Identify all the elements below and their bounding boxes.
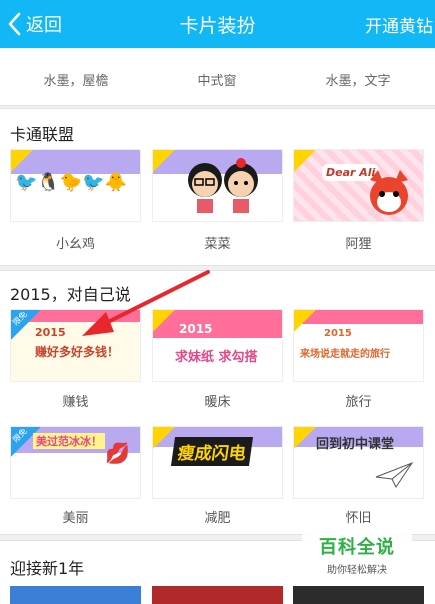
diamond-corner-icon bbox=[153, 150, 175, 172]
diamond-corner-icon bbox=[153, 427, 175, 449]
card-label: 旅行 bbox=[345, 395, 372, 410]
theme-card-caicai[interactable] bbox=[152, 149, 283, 222]
theme-card-travel[interactable]: 2015 来场说走就走的旅行 bbox=[293, 309, 424, 382]
diamond-corner-icon bbox=[294, 150, 316, 172]
section-title: 迎接新1年 bbox=[10, 559, 85, 578]
card-art: 瘦成闪电 bbox=[170, 437, 254, 466]
card-art-year: 2015 bbox=[35, 326, 66, 339]
card-art: 美过范冰冰！ bbox=[33, 433, 105, 449]
card-label: 暖床 bbox=[204, 395, 231, 410]
card-label: 减肥 bbox=[204, 511, 231, 526]
theme-card-ali[interactable]: Dear Ali bbox=[293, 149, 424, 222]
theme-card-partial[interactable] bbox=[10, 586, 141, 604]
card-label[interactable]: 水墨，文字 bbox=[293, 70, 423, 89]
card-label: 美丽 bbox=[62, 511, 89, 526]
card-label[interactable]: 中式窗 bbox=[152, 70, 282, 89]
watermark-sub: 助你轻松解决 bbox=[327, 565, 387, 576]
section-title: 卡通联盟 bbox=[10, 125, 75, 144]
watermark-logo: 百科全说 助你轻松解决 bbox=[302, 527, 412, 579]
theme-card-partial[interactable] bbox=[152, 586, 283, 604]
diamond-corner-icon bbox=[11, 150, 33, 172]
card-art-year: 2015 bbox=[324, 328, 352, 339]
card-label: 菜菜 bbox=[204, 237, 231, 252]
card-art: 来场说走就走的旅行 bbox=[300, 349, 390, 360]
card-art: 🐦🐧🐤🐦🐥 bbox=[15, 172, 128, 193]
diamond-corner-icon bbox=[294, 427, 316, 449]
diamond-corner-icon bbox=[294, 310, 316, 332]
lips-icon: 💋 bbox=[105, 441, 130, 465]
card-art: 赚好多好多钱！ bbox=[35, 345, 120, 359]
card-art-year: 2015 bbox=[179, 322, 213, 336]
theme-card-partial[interactable] bbox=[293, 586, 424, 604]
card-art: 求妹纸 求勾搭 bbox=[175, 350, 258, 365]
card-label: 赚钱 bbox=[62, 395, 89, 410]
card-label: 阿狸 bbox=[345, 237, 372, 252]
previous-section-labels: 水墨，屋檐 中式窗 水墨，文字 bbox=[0, 48, 435, 106]
theme-card-nostalgia[interactable]: 回到初中课堂 bbox=[293, 426, 424, 499]
theme-card-earn-money[interactable]: 限免 2015 赚好多好多钱！ bbox=[10, 309, 141, 382]
open-yellow-diamond-button[interactable]: 开通黄钻 bbox=[365, 12, 433, 37]
section-title: 2015，对自己说 bbox=[10, 285, 131, 304]
app-header: 返回 卡片装扮 开通黄钻 bbox=[0, 0, 435, 48]
theme-card-warm-bed[interactable]: 2015 求妹纸 求勾搭 bbox=[152, 309, 283, 382]
cartoon-kids-image bbox=[188, 158, 258, 213]
theme-card-xiaoyaoji[interactable]: 🐦🐧🐤🐦🐥 bbox=[10, 149, 141, 222]
card-label: 小幺鸡 bbox=[55, 237, 95, 252]
watermark-main: 百科全说 bbox=[319, 537, 395, 558]
section-2015-self-talk: 2015，对自己说 限免 2015 赚好多好多钱！ 赚钱 2015 求妹纸 求勾… bbox=[0, 270, 435, 535]
card-label[interactable]: 水墨，屋檐 bbox=[11, 70, 141, 89]
theme-card-lose-weight[interactable]: 瘦成闪电 bbox=[152, 426, 283, 499]
section-cartoon-league: 卡通联盟 🐦🐧🐤🐦🐥 小幺鸡 菜菜 Dear Ali 阿狸 bbox=[0, 108, 435, 266]
paper-plane-icon bbox=[375, 461, 414, 488]
diamond-corner-icon bbox=[153, 310, 175, 332]
next-section-cards-partial bbox=[0, 586, 435, 604]
fox-image bbox=[370, 170, 408, 215]
card-art: 回到初中课堂 bbox=[316, 437, 395, 452]
card-label: 怀旧 bbox=[345, 511, 372, 526]
theme-card-beauty[interactable]: 限免 美过范冰冰！ 💋 bbox=[10, 426, 141, 499]
